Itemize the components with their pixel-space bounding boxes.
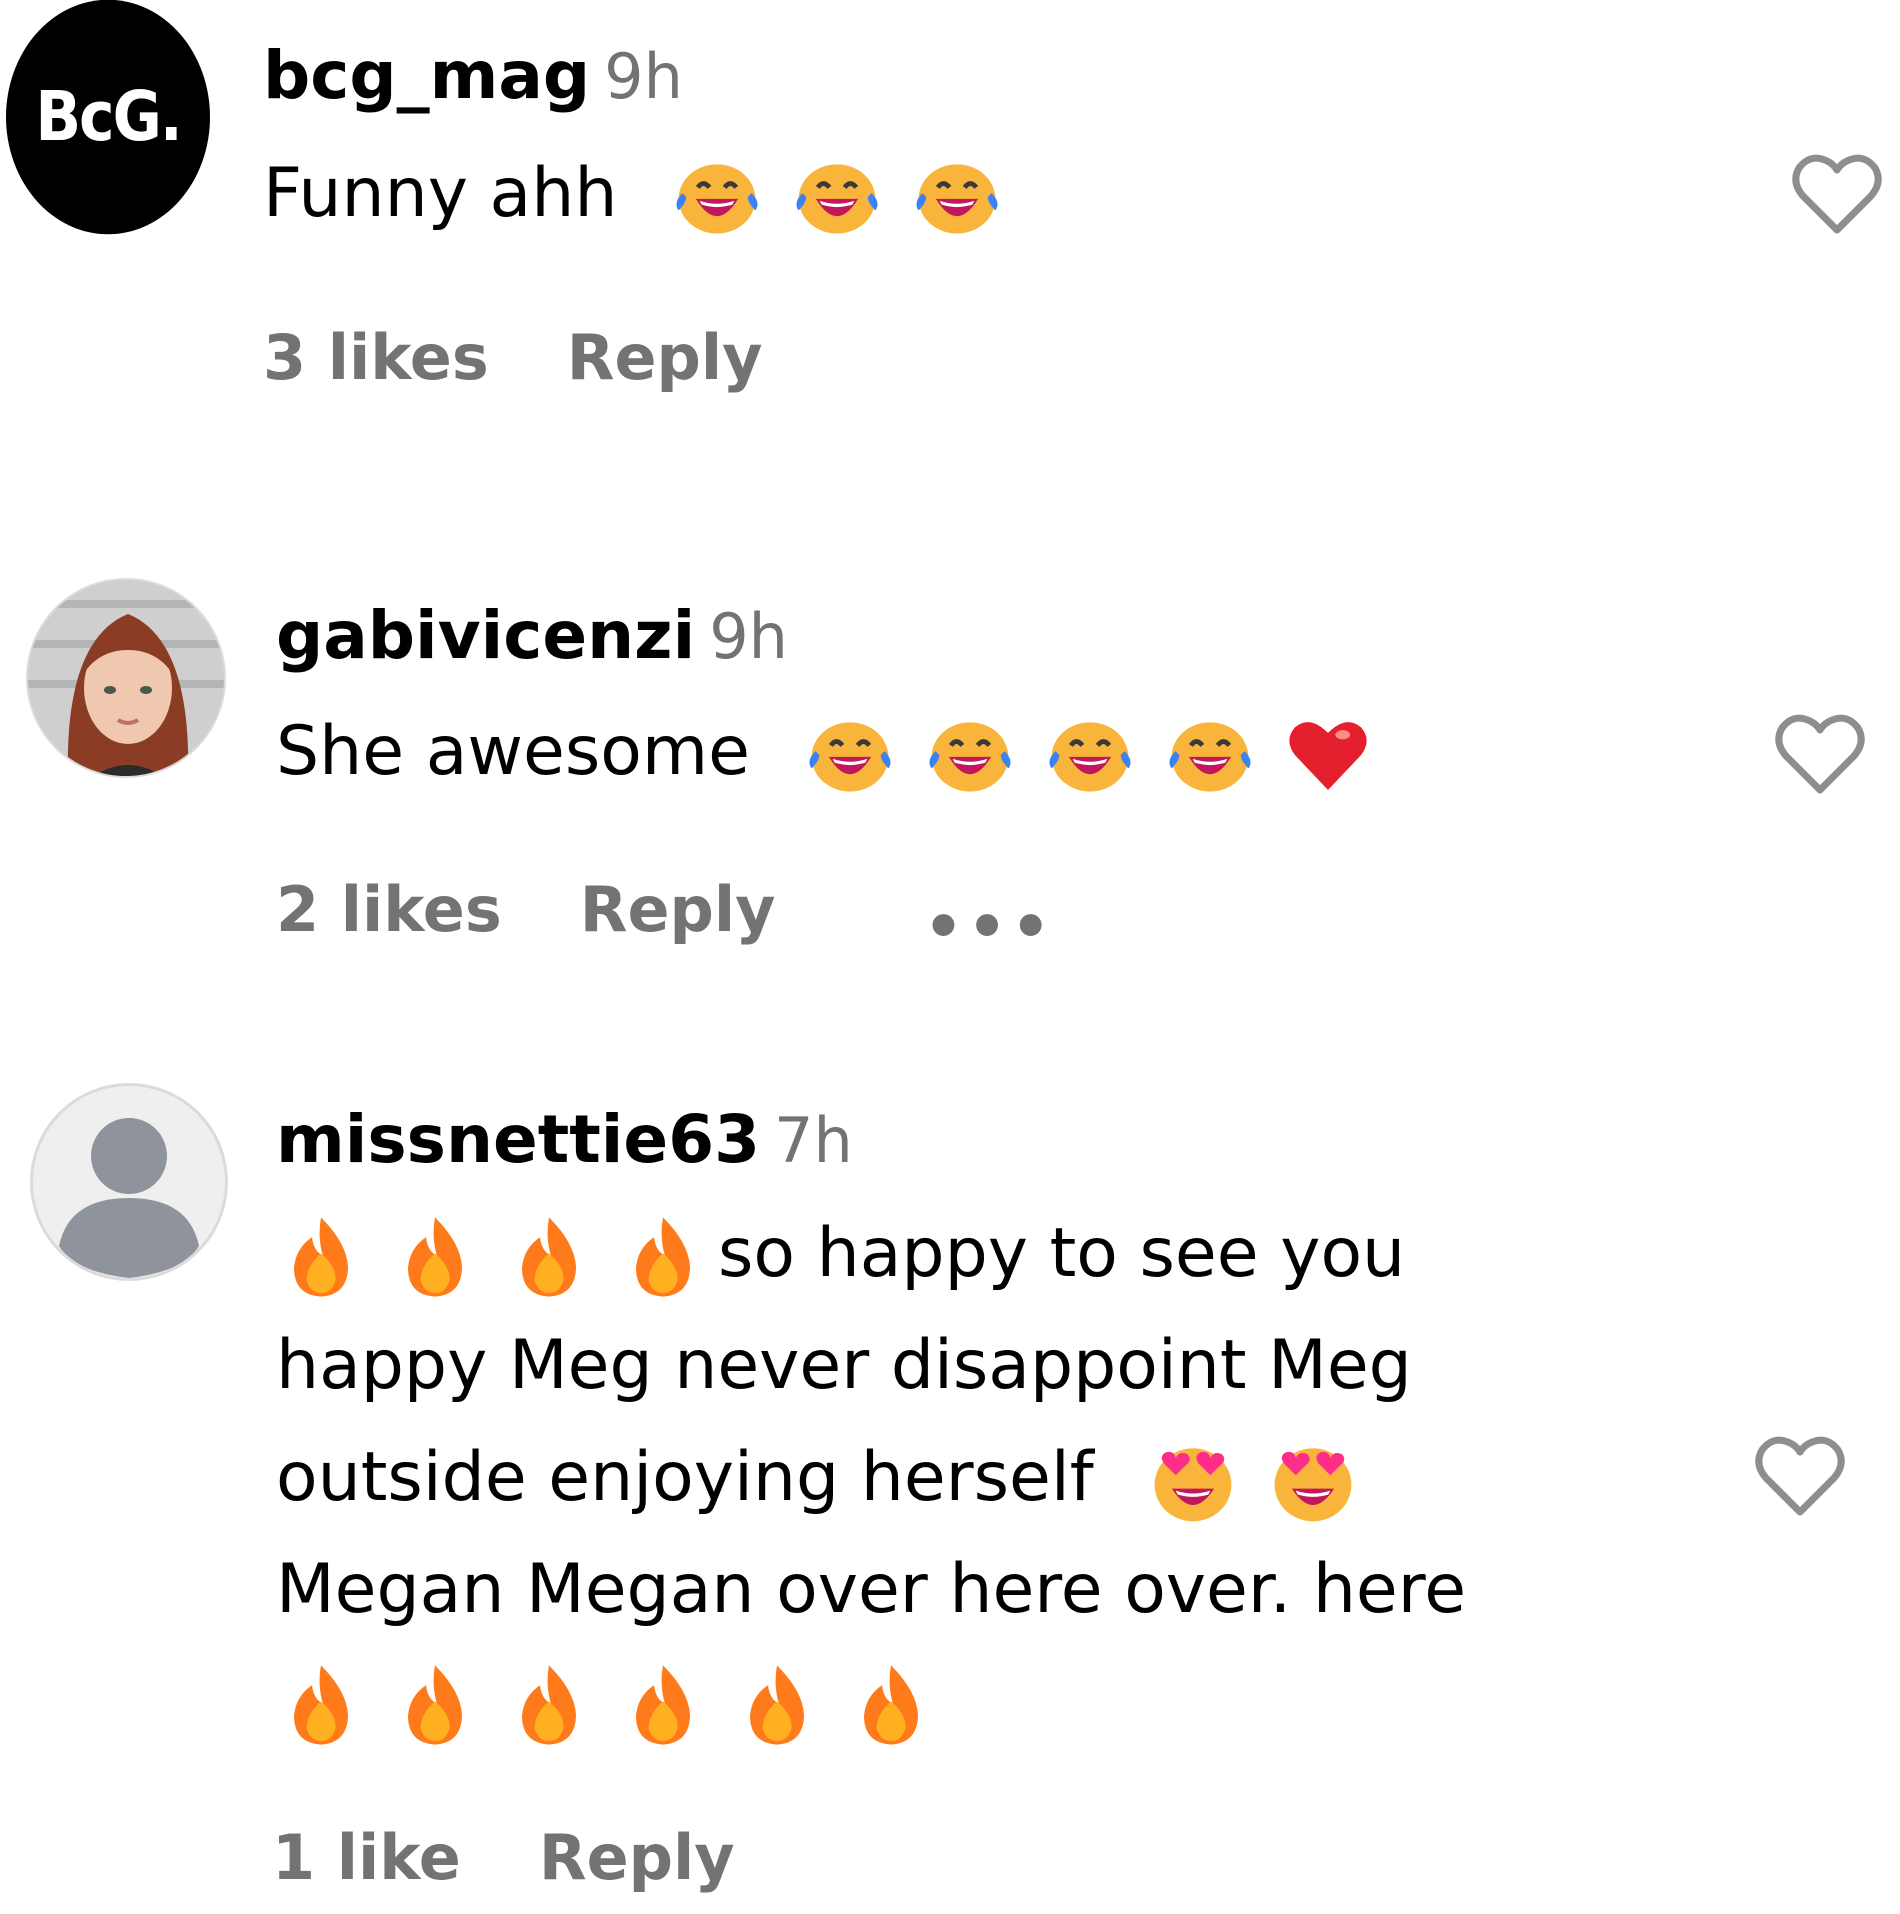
fire-emoji	[276, 1209, 366, 1305]
comment-header: missnettie63 7h	[276, 1100, 853, 1197]
tears-of-joy-emoji	[1042, 707, 1138, 803]
avatar[interactable]: BcG.	[6, 0, 210, 235]
heart-eyes-emoji	[1265, 1433, 1361, 1529]
tears-of-joy-emoji	[909, 149, 1005, 245]
comment-text: She awesome	[276, 696, 1398, 808]
profile-photo	[28, 580, 224, 776]
fire-emoji	[732, 1657, 822, 1753]
like-heart-icon[interactable]	[1770, 708, 1870, 798]
comment-text: Funny ahh	[263, 138, 1029, 250]
comment-text-segment: outside enjoying herself	[276, 1438, 1094, 1517]
comment-text-line: She awesome	[276, 712, 750, 791]
fire-emoji	[504, 1209, 594, 1305]
reply-button[interactable]: Reply	[567, 321, 763, 394]
comment-text-line: happy Meg never disappoint Meg	[276, 1326, 1412, 1405]
likes-count[interactable]: 3 likes	[263, 321, 489, 394]
like-heart-icon[interactable]	[1787, 148, 1887, 238]
timestamp: 9h	[604, 40, 683, 113]
fire-emoji	[846, 1657, 936, 1753]
avatar[interactable]	[26, 578, 226, 778]
comment-header: gabivicenzi 9h	[276, 596, 788, 693]
fire-emoji	[390, 1209, 480, 1305]
fire-emoji	[390, 1657, 480, 1753]
comment-text-line: outside enjoying herself	[276, 1422, 1756, 1534]
comment-header: bcg_mag 9h	[263, 36, 683, 133]
tears-of-joy-emoji	[802, 707, 898, 803]
red-heart-emoji	[1282, 709, 1374, 801]
fire-emoji	[504, 1657, 594, 1753]
tears-of-joy-emoji	[669, 149, 765, 245]
likes-count[interactable]: 2 likes	[276, 873, 502, 946]
comment-text: so happy to see you happy Meg never disa…	[276, 1198, 1756, 1758]
comment-meta: 2 likes Reply •••	[276, 870, 1054, 967]
tears-of-joy-emoji	[789, 149, 885, 245]
fire-emoji	[618, 1209, 708, 1305]
fire-emoji	[618, 1657, 708, 1753]
heart-eyes-emoji	[1145, 1433, 1241, 1529]
tears-of-joy-emoji	[922, 707, 1018, 803]
comment-text-line: so happy to see you	[276, 1198, 1756, 1310]
default-user-icon	[59, 1118, 199, 1278]
reply-button[interactable]: Reply	[539, 1821, 735, 1894]
username[interactable]: bcg_mag	[263, 37, 590, 114]
reply-button[interactable]: Reply	[580, 873, 776, 946]
more-options-icon[interactable]: •••	[924, 887, 1055, 967]
fire-emoji	[276, 1657, 366, 1753]
username[interactable]: missnettie63	[276, 1101, 760, 1178]
tears-of-joy-emoji	[1162, 707, 1258, 803]
comment-meta: 3 likes Reply	[263, 318, 763, 414]
username[interactable]: gabivicenzi	[276, 597, 695, 674]
timestamp: 7h	[774, 1104, 853, 1177]
comment-text-line: Megan Megan over here over. here	[276, 1550, 1467, 1629]
likes-count[interactable]: 1 like	[272, 1821, 461, 1894]
avatar[interactable]	[30, 1083, 228, 1281]
timestamp: 9h	[709, 600, 788, 673]
comment-text-line: Funny ahh	[263, 154, 618, 233]
like-heart-icon[interactable]	[1750, 1430, 1850, 1520]
comment-text-segment: so happy to see you	[718, 1214, 1406, 1293]
comment-text-line	[276, 1646, 1756, 1758]
